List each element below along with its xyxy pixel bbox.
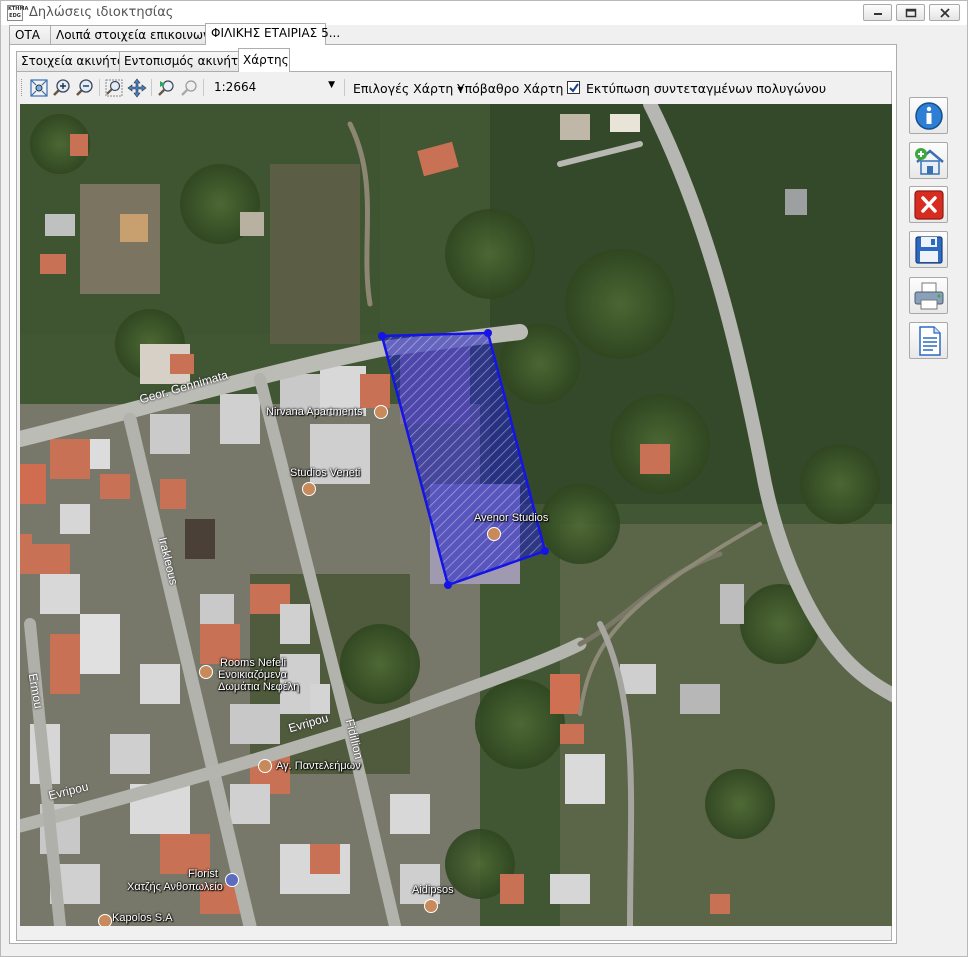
add-property-button[interactable]	[909, 142, 948, 179]
pan-icon[interactable]	[127, 78, 147, 98]
app-icon: KTHMA EDG	[7, 5, 29, 21]
map-label-rooms-nefeli: Rooms Nefeli	[220, 657, 287, 669]
map-panel: 1:2664 ▼ Επιλογές Χάρτη▼ Υπόβαθρο Χάρτη▼…	[16, 71, 892, 941]
zoom-previous-icon[interactable]	[156, 78, 176, 98]
tab-property-details[interactable]: Στοιχεία ακινήτου	[16, 51, 131, 71]
tab-ota[interactable]: ΟΤΑ	[9, 25, 51, 45]
zoom-extent-icon[interactable]	[29, 78, 49, 98]
toolbar-grip	[21, 79, 24, 96]
delete-icon	[914, 190, 944, 220]
tab-company[interactable]: ΦΙΛΙΚΗΣ ΕΤΑΙΡΙΑΣ 5...	[205, 23, 340, 45]
toolbar-separator	[151, 79, 152, 96]
close-icon	[939, 7, 950, 18]
map-label-aidipsos: Aidipsos	[412, 884, 454, 896]
map-label-kapolos: Kapolos S.A	[112, 912, 173, 924]
toolbar-separator	[344, 79, 345, 96]
document-icon	[919, 326, 941, 356]
chevron-down-icon: ▼	[328, 80, 335, 90]
minimize-button[interactable]	[863, 4, 892, 21]
map-label-ag-panteleimon: Αγ. Παντελεήμων	[276, 760, 361, 772]
basemap-menu[interactable]: Υπόβαθρο Χάρτη▼	[457, 81, 574, 96]
basemap-label: Υπόβαθρο Χάρτη	[457, 81, 564, 96]
map-label-rooms-nefeli-gr1: Ενοικιαζόμενα	[218, 669, 288, 681]
map-label-florist: Florist	[188, 868, 218, 880]
tab-property-location[interactable]: Εντοπισμός ακινήτου	[119, 51, 252, 71]
add-home-icon	[915, 148, 944, 175]
save-icon	[915, 236, 943, 264]
window-title: Δηλώσεις ιδιοκτησίας	[29, 5, 174, 20]
scale-select[interactable]: 1:2664 ▼	[211, 79, 339, 97]
maximize-icon	[905, 8, 916, 17]
close-window-button[interactable]	[929, 4, 960, 21]
toolbar-separator	[203, 79, 204, 96]
shop-icon[interactable]	[98, 914, 112, 926]
zoom-next-icon[interactable]	[179, 78, 199, 98]
toolbar-separator	[99, 79, 100, 96]
title-bar: KTHMA EDG Δηλώσεις ιδιοκτησίας	[1, 1, 967, 25]
map-view[interactable]: Nirvana Apartments Studios Veneti Avenor…	[20, 104, 892, 926]
map-options-label: Επιλογές Χάρτη	[353, 81, 454, 96]
print-coords-checkbox[interactable]	[567, 81, 580, 94]
hotel-icon[interactable]	[374, 405, 388, 419]
shop-icon[interactable]	[225, 873, 239, 887]
map-label-rooms-nefeli-gr2: Δωμάτια Νεφέλη	[218, 681, 300, 693]
print-coords-label: Εκτύπωση συντεταγμένων πολυγώνου	[586, 81, 827, 96]
zoom-window-icon[interactable]	[104, 78, 124, 98]
delete-button[interactable]	[909, 186, 948, 223]
checkmark-icon	[569, 83, 579, 93]
satellite-imagery	[20, 104, 892, 926]
scale-value: 1:2664	[214, 80, 257, 94]
map-label-avenor: Avenor Studios	[474, 512, 549, 524]
hotel-icon[interactable]	[199, 665, 213, 679]
main-window: KTHMA EDG Δηλώσεις ιδιοκτησίας ΟΤΑ Λοιπά…	[0, 0, 968, 957]
tab-map[interactable]: Χάρτης	[238, 48, 290, 72]
report-button[interactable]	[909, 322, 948, 359]
zoom-out-icon[interactable]	[75, 78, 95, 98]
hotel-icon[interactable]	[487, 527, 501, 541]
info-button[interactable]	[909, 97, 948, 134]
printer-icon	[914, 282, 944, 310]
zoom-in-icon[interactable]	[52, 78, 72, 98]
minimize-icon	[873, 12, 882, 15]
map-label-veneti: Studios Veneti	[290, 467, 361, 479]
hotel-icon[interactable]	[424, 899, 438, 913]
map-label-nirvana: Nirvana Apartments	[266, 406, 363, 418]
map-options-menu[interactable]: Επιλογές Χάρτη ▼	[353, 81, 464, 96]
church-icon[interactable]	[258, 759, 272, 773]
map-toolbar: 1:2664 ▼ Επιλογές Χάρτη▼ Υπόβαθρο Χάρτη▼…	[17, 72, 891, 102]
info-icon	[915, 102, 943, 130]
map-label-florist-gr: Χατζής Ανθοπωλείο	[127, 881, 223, 893]
tab-other-contact[interactable]: Λοιπά στοιχεία επικοινωνίας	[50, 25, 229, 45]
outer-panel: Στοιχεία ακινήτου Εντοπισμός ακινήτου Χά…	[9, 44, 897, 944]
save-button[interactable]	[909, 231, 948, 268]
print-button[interactable]	[909, 277, 948, 314]
maximize-button[interactable]	[896, 4, 925, 21]
hotel-icon[interactable]	[302, 482, 316, 496]
